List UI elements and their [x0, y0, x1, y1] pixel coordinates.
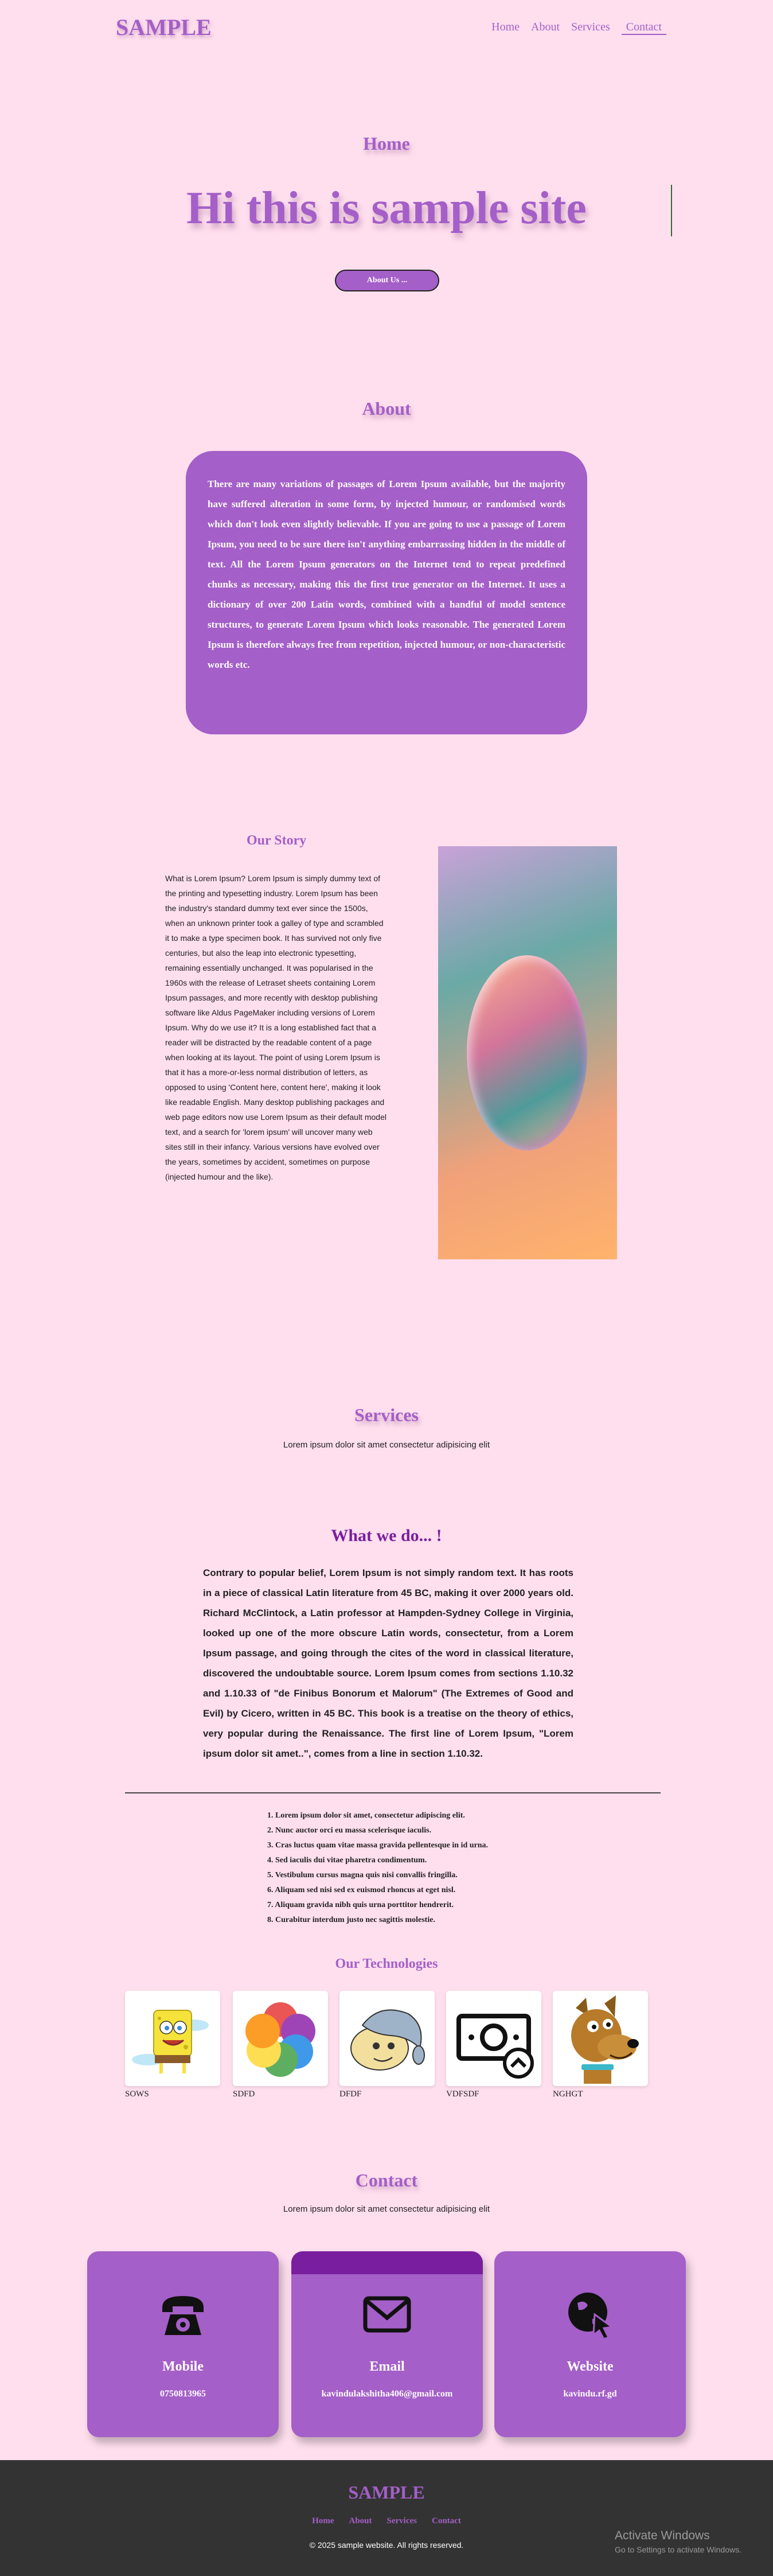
tech-label: SOWS	[125, 2089, 149, 2099]
bubble-oval	[467, 955, 587, 1150]
contact-value[interactable]: 0750813965	[87, 2389, 279, 2399]
about-us-button[interactable]: About Us ...	[335, 270, 439, 291]
services-subtitle: Lorem ipsum dolor sit amet consectetur a…	[283, 1440, 490, 1450]
contact-card-website[interactable]: Website kavindu.rf.gd	[494, 2251, 686, 2437]
nav-link-services[interactable]: Services	[571, 21, 610, 35]
footer-link-about[interactable]: About	[349, 2516, 372, 2526]
list-item: 8. Curabitur interdum justo nec sagittis…	[267, 1916, 435, 1924]
contact-subtitle: Lorem ipsum dolor sit amet consectetur a…	[283, 2204, 490, 2214]
hero-title: Hi this is sample site	[186, 183, 587, 234]
footer-logo[interactable]: SAMPLE	[0, 2482, 773, 2503]
list-item: 6. Aliquam sed nisi sed ex euismod rhonc…	[267, 1886, 456, 1894]
footer-link-home[interactable]: Home	[312, 2516, 334, 2526]
list-item: 3. Cras luctus quam vitae massa gravida …	[267, 1841, 489, 1850]
tech-item-nghgt[interactable]: NGHGT	[553, 1991, 648, 2099]
divider	[125, 1792, 661, 1793]
site-logo[interactable]: SAMPLE	[116, 14, 212, 41]
about-card: There are many variations of passages of…	[186, 451, 587, 734]
about-section-title: About	[362, 398, 411, 419]
footer-nav: Home About Services Contact	[0, 2516, 773, 2526]
cartoon-dog-icon	[553, 1991, 648, 2086]
watermark-line-1: Activate Windows	[615, 2529, 710, 2542]
story-image	[438, 846, 617, 1259]
nav-link-contact[interactable]: Contact	[621, 21, 666, 35]
tech-item-dfdf[interactable]: DFDF	[339, 1991, 435, 2099]
tech-label: NGHGT	[553, 2089, 583, 2099]
color-flower-icon	[233, 1991, 328, 2086]
about-text: There are many variations of passages of…	[208, 478, 565, 670]
money-icon	[446, 1991, 541, 2086]
contact-card-mobile[interactable]: Mobile 0750813965	[87, 2251, 279, 2437]
footer-link-services[interactable]: Services	[387, 2516, 417, 2526]
card-top-bar	[291, 2251, 483, 2274]
story-text: What is Lorem Ipsum? Lorem Ipsum is simp…	[165, 874, 386, 1181]
activate-windows-watermark: Activate Windows Go to Settings to activ…	[615, 2529, 741, 2554]
watermark-line-2: Go to Settings to activate Windows.	[615, 2545, 741, 2554]
technologies-title: Our Technologies	[335, 1956, 438, 1971]
contact-value[interactable]: kavindu.rf.gd	[494, 2389, 686, 2399]
services-section-title: Services	[354, 1404, 419, 1425]
tech-label: DFDF	[339, 2089, 362, 2099]
contact-section-title: Contact	[355, 2170, 418, 2190]
tech-item-sows[interactable]: SOWS	[125, 1991, 220, 2099]
globe-cursor-icon	[561, 2286, 619, 2343]
list-item: 5. Vestibulum cursus magna quis nisi con…	[267, 1871, 458, 1880]
services-list: 1. Lorem ipsum dolor sit amet, consectet…	[267, 1808, 488, 1928]
footer-link-contact[interactable]: Contact	[432, 2516, 461, 2526]
list-item: 2. Nunc auctor orci eu massa scelerisque…	[267, 1826, 432, 1835]
tech-item-sdfd[interactable]: SDFD	[233, 1991, 328, 2099]
contact-label: Email	[369, 2359, 405, 2374]
nav-link-about[interactable]: About	[531, 21, 560, 35]
home-section-title: Home	[363, 133, 410, 154]
main-nav: Home About Services Contact	[491, 21, 666, 35]
typing-caret	[671, 185, 672, 236]
contact-card-email[interactable]: Email kavindulakshitha406@gmail.com	[291, 2251, 483, 2437]
what-we-do-title: What we do... !	[331, 1526, 442, 1545]
what-we-do-text: Contrary to popular belief, Lorem Ipsum …	[203, 1567, 573, 1759]
mail-icon	[358, 2286, 416, 2343]
contact-label: Mobile	[162, 2359, 204, 2374]
list-item: 1. Lorem ipsum dolor sit amet, consectet…	[267, 1811, 465, 1820]
tech-item-vdfsdf[interactable]: VDFSDF	[446, 1991, 541, 2099]
list-item: 7. Aliquam gravida nibh quis urna portti…	[267, 1901, 454, 1909]
story-title: Our Story	[247, 833, 307, 848]
nav-link-home[interactable]: Home	[491, 21, 520, 35]
contact-value[interactable]: kavindulakshitha406@gmail.com	[291, 2389, 483, 2399]
phone-icon	[154, 2286, 212, 2343]
list-item: 4. Sed iaculis dui vitae pharetra condim…	[267, 1856, 427, 1865]
contact-label: Website	[567, 2359, 614, 2374]
tech-label: VDFSDF	[446, 2089, 479, 2099]
cartoon-face-icon	[339, 1991, 435, 2086]
tech-label: SDFD	[233, 2089, 255, 2099]
sponge-character-icon	[125, 1991, 220, 2086]
